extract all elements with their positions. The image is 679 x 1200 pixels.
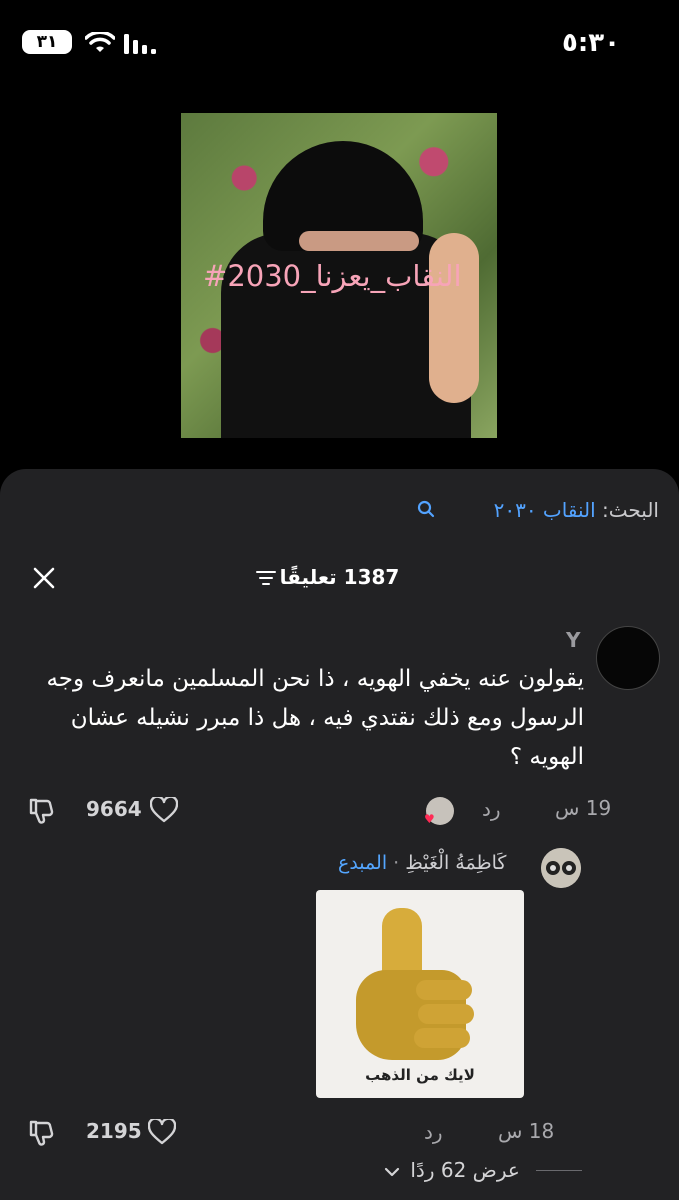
finger-shape — [416, 980, 472, 1000]
gold-thumbs-up-sticker[interactable]: لايك من الذهب — [316, 890, 524, 1098]
sticker-caption: لايك من الذهب — [365, 1066, 475, 1084]
comment-username[interactable]: Y — [566, 628, 580, 652]
wifi-icon — [85, 32, 115, 52]
filter-sort-icon[interactable] — [256, 570, 276, 586]
comment-timestamp: 19 س — [555, 796, 612, 820]
like-count: 2195 — [86, 1119, 142, 1143]
like-count: 9664 — [86, 797, 142, 821]
video-preview[interactable]: #النقاب_يعزنا_2030 — [181, 113, 497, 438]
reply-author[interactable]: كَاظِمَةُ الْغَيْظِ · المبدع — [338, 852, 506, 874]
separator-dot: · — [393, 852, 400, 874]
heart-icon[interactable] — [148, 1119, 176, 1145]
chevron-down-icon — [384, 1167, 400, 1176]
search-label: البحث: — [602, 498, 659, 522]
search-icon[interactable] — [417, 500, 435, 518]
eyes-strip — [299, 231, 419, 251]
avatar[interactable] — [541, 848, 581, 888]
creator-badge: المبدع — [338, 852, 388, 874]
dislike-icon[interactable] — [28, 797, 56, 825]
view-replies-button[interactable]: عرض 62 ردًا — [384, 1158, 520, 1182]
search-query[interactable]: النقاب ٢٠٣٠ — [494, 498, 596, 522]
heart-icon[interactable] — [150, 797, 178, 823]
finger-shape — [414, 1028, 470, 1048]
divider-line — [536, 1170, 582, 1171]
view-replies-label: عرض 62 ردًا — [410, 1158, 520, 1182]
status-time: ٥:٣٠ — [562, 28, 621, 58]
avatar[interactable] — [596, 626, 660, 690]
dislike-icon[interactable] — [28, 1119, 56, 1147]
comment-count: 1387 تعليقًا — [279, 565, 400, 589]
search-suggestion[interactable]: البحث: النقاب ٢٠٣٠ — [494, 498, 659, 522]
reply-button[interactable]: رد — [482, 797, 501, 821]
comment-text: يقولون عنه يخفي الهويه ، ذا نحن المسلمين… — [46, 666, 584, 770]
finger-shape — [418, 1004, 474, 1024]
cellular-signal-icon — [124, 34, 156, 54]
video-hashtag-overlay: #النقاب_يعزنا_2030 — [203, 259, 462, 293]
reply-username[interactable]: كَاظِمَةُ الْغَيْظِ — [405, 852, 506, 874]
creator-heart-icon: ♥ — [424, 812, 435, 826]
reply-button[interactable]: رد — [424, 1120, 443, 1144]
battery-indicator: ٣١ — [22, 30, 72, 54]
reply-timestamp: 18 س — [498, 1119, 555, 1143]
